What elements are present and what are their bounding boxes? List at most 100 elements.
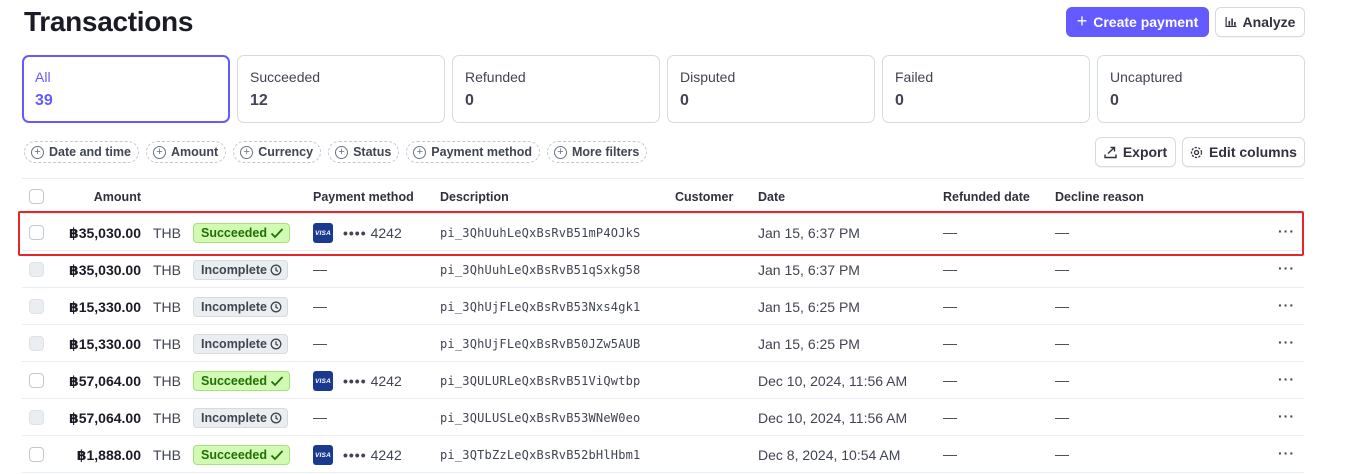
- edit-columns-button[interactable]: Edit columns: [1182, 137, 1305, 167]
- table-row[interactable]: ฿35,030.00 THB Incomplete — pi_3QhUuhLeQ…: [22, 251, 1304, 288]
- tab-count: 39: [35, 92, 53, 109]
- table-row[interactable]: ฿15,330.00 THB Incomplete — pi_3QhUjFLeQ…: [22, 325, 1304, 362]
- plus-circle-icon: +: [31, 145, 44, 159]
- status-tabs: All 39 Succeeded 12 Refunded 0 Disputed …: [22, 55, 1305, 123]
- plus-circle-icon: +: [413, 145, 427, 159]
- currency-cell: THB: [153, 299, 181, 315]
- description-cell: pi_3QhUjFLeQxBsRvB53Nxs4gk1: [440, 300, 641, 314]
- tab-failed[interactable]: Failed 0: [882, 55, 1090, 123]
- column-header-date[interactable]: Date: [758, 190, 785, 204]
- filter-currency[interactable]: + Currency: [233, 141, 322, 163]
- column-header-amount[interactable]: Amount: [94, 190, 141, 204]
- tab-label: All: [35, 69, 51, 85]
- tab-count: 12: [250, 92, 268, 109]
- tab-refunded[interactable]: Refunded 0: [452, 55, 660, 123]
- column-header-description[interactable]: Description: [440, 190, 509, 204]
- currency-cell: THB: [153, 410, 181, 426]
- tab-disputed[interactable]: Disputed 0: [667, 55, 875, 123]
- decline-reason-cell: —: [1055, 298, 1069, 314]
- amount-cell: ฿15,330.00: [68, 299, 141, 315]
- more-icon[interactable]: ···: [1278, 445, 1295, 461]
- date-cell: Jan 15, 6:37 PM: [758, 262, 860, 278]
- tab-label: Failed: [895, 69, 934, 85]
- description-cell: pi_3QULUSLeQxBsRvB53WNeW0eo: [440, 411, 641, 425]
- description-cell: pi_3QhUuhLeQxBsRvB51mP4OJkS: [440, 226, 641, 240]
- export-label: Export: [1122, 144, 1168, 160]
- card-dots: ••••: [343, 225, 367, 241]
- plus-circle-icon: +: [152, 145, 166, 159]
- tab-label: Refunded: [465, 69, 526, 85]
- row-checkbox[interactable]: [29, 373, 44, 388]
- amount-cell: ฿1,888.00: [76, 447, 141, 463]
- table-row[interactable]: ฿57,064.00 THB Incomplete — pi_3QULUSLeQ…: [22, 399, 1304, 436]
- column-header-customer[interactable]: Customer: [675, 190, 733, 204]
- date-cell: Dec 10, 2024, 11:56 AM: [758, 410, 908, 426]
- more-icon[interactable]: ···: [1278, 260, 1295, 276]
- refunded-date-cell: —: [943, 409, 957, 425]
- more-icon[interactable]: ···: [1278, 371, 1295, 387]
- tab-label: Uncaptured: [1110, 69, 1183, 85]
- tab-uncaptured[interactable]: Uncaptured 0: [1097, 55, 1305, 123]
- column-header-payment-method[interactable]: Payment method: [313, 190, 414, 204]
- decline-reason-cell: —: [1055, 335, 1069, 351]
- tab-label: Disputed: [680, 69, 736, 85]
- more-icon[interactable]: ···: [1278, 334, 1295, 350]
- amount-cell: ฿35,030.00: [68, 225, 141, 241]
- payment-method-cell: VISA •••• 4242: [313, 445, 402, 465]
- clock-icon: [270, 264, 282, 276]
- tab-count: 0: [465, 92, 474, 109]
- column-header-refunded-date[interactable]: Refunded date: [943, 190, 1030, 204]
- row-checkbox: [29, 299, 44, 314]
- payment-method-cell: —: [313, 261, 327, 277]
- decline-reason-cell: —: [1055, 224, 1069, 240]
- currency-cell: THB: [153, 225, 181, 241]
- plus-circle-icon: +: [335, 145, 349, 159]
- plus-circle-icon: +: [554, 145, 567, 159]
- filter-date-and-time[interactable]: + Date and time: [24, 141, 139, 163]
- refunded-date-cell: —: [943, 335, 957, 351]
- more-icon[interactable]: ···: [1278, 408, 1295, 424]
- checkmark-icon: [270, 228, 284, 239]
- export-button[interactable]: Export: [1095, 137, 1176, 167]
- refunded-date-cell: —: [943, 261, 957, 277]
- card-last4: 4242: [370, 225, 402, 241]
- payment-method-cell: —: [313, 298, 327, 314]
- row-checkbox[interactable]: [29, 225, 44, 240]
- currency-cell: THB: [153, 447, 181, 463]
- clock-icon: [270, 338, 282, 350]
- table-row[interactable]: ฿1,888.00 THB Succeeded VISA •••• 4242 p…: [22, 436, 1304, 473]
- filter-status[interactable]: + Status: [328, 141, 400, 163]
- payment-method-cell: —: [313, 335, 327, 351]
- row-checkbox[interactable]: [29, 447, 44, 462]
- tab-succeeded[interactable]: Succeeded 12: [237, 55, 445, 123]
- export-icon: [1104, 146, 1117, 158]
- amount-cell: ฿15,330.00: [68, 336, 141, 352]
- analyze-button[interactable]: Analyze: [1215, 7, 1305, 37]
- visa-icon: VISA: [313, 371, 333, 391]
- date-cell: Jan 15, 6:37 PM: [758, 225, 860, 241]
- more-icon[interactable]: ···: [1278, 223, 1295, 239]
- plus-icon: +: [1076, 11, 1088, 31]
- table-row[interactable]: ฿57,064.00 THB Succeeded VISA •••• 4242 …: [22, 362, 1304, 399]
- tab-count: 0: [1110, 92, 1119, 109]
- status-badge: Succeeded: [193, 223, 291, 243]
- create-payment-button[interactable]: + Create payment: [1066, 7, 1209, 37]
- row-checkbox: [29, 410, 44, 425]
- status-badge: Incomplete: [193, 334, 288, 354]
- select-all-checkbox[interactable]: [29, 189, 44, 204]
- more-icon[interactable]: ···: [1278, 297, 1295, 313]
- card-dots: ••••: [343, 373, 367, 389]
- tab-count: 0: [680, 92, 689, 109]
- amount-cell: ฿57,064.00: [68, 373, 141, 389]
- filter-amount[interactable]: + Amount: [145, 141, 227, 163]
- date-cell: Jan 15, 6:25 PM: [758, 336, 860, 352]
- table-row[interactable]: ฿15,330.00 THB Incomplete — pi_3QhUjFLeQ…: [22, 288, 1304, 325]
- bar-chart-icon: [1225, 17, 1237, 27]
- tab-all[interactable]: All 39: [22, 55, 230, 123]
- table-row[interactable]: ฿35,030.00 THB Succeeded VISA •••• 4242 …: [22, 214, 1304, 251]
- payment-method-cell: VISA •••• 4242: [313, 371, 402, 391]
- filter-payment-method[interactable]: + Payment method: [406, 141, 540, 163]
- amount-cell: ฿35,030.00: [68, 262, 141, 278]
- filter-more-filters[interactable]: + More filters: [547, 141, 648, 163]
- column-header-decline-reason[interactable]: Decline reason: [1055, 190, 1144, 204]
